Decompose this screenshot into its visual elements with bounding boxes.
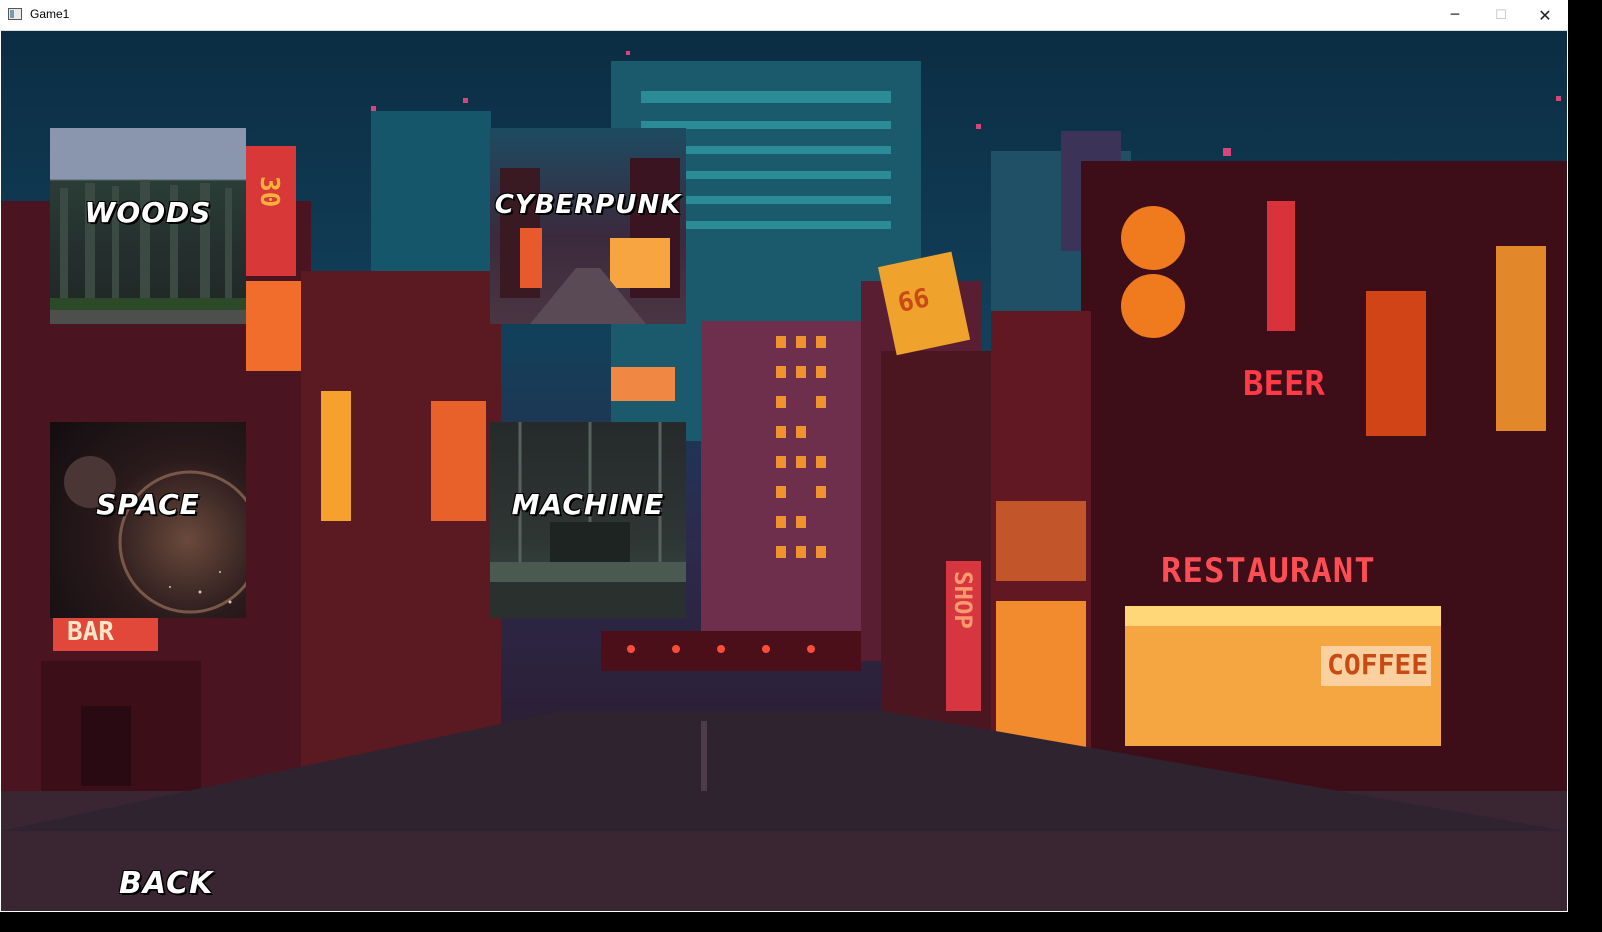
woods-label: WOODS [84, 196, 212, 229]
close-button[interactable]: ✕ [1522, 0, 1568, 30]
minimize-button[interactable]: ─ [1432, 0, 1478, 30]
sign-bar: BAR [67, 617, 114, 647]
maximize-button[interactable]: ☐ [1478, 0, 1524, 30]
cyberpunk-thumbnail [500, 158, 680, 324]
app-icon [8, 8, 22, 20]
level-cyberpunk-button[interactable]: CYBERPUNK [490, 128, 686, 324]
sign-30: 30 [254, 176, 284, 208]
level-machine-button[interactable]: MACHINE [490, 422, 686, 618]
space-label: SPACE [96, 488, 200, 521]
sign-shop: SHOP [949, 571, 977, 629]
machine-label: MACHINE [511, 488, 665, 521]
level-space-button[interactable]: SPACE [50, 422, 246, 618]
game-window: Game1 ─ ☐ ✕ 30 66 BAR SHOP BEER RESTAURA… [0, 0, 1568, 912]
sign-coffee: COFFEE [1327, 648, 1429, 681]
sign-beer: BEER [1243, 364, 1325, 404]
title-bar: Game1 ─ ☐ ✕ [0, 0, 1568, 31]
level-woods-button[interactable]: WOODS [50, 128, 246, 324]
cyberpunk-label: CYBERPUNK [494, 190, 682, 220]
back-button[interactable]: BACK [119, 866, 213, 901]
sign-restaurant: RESTAURANT [1161, 551, 1376, 591]
game-viewport: 30 66 BAR SHOP BEER RESTAURANT COFFEE WO… [1, 31, 1567, 911]
window-title: Game1 [30, 7, 70, 21]
sign-66: 66 [895, 283, 933, 319]
